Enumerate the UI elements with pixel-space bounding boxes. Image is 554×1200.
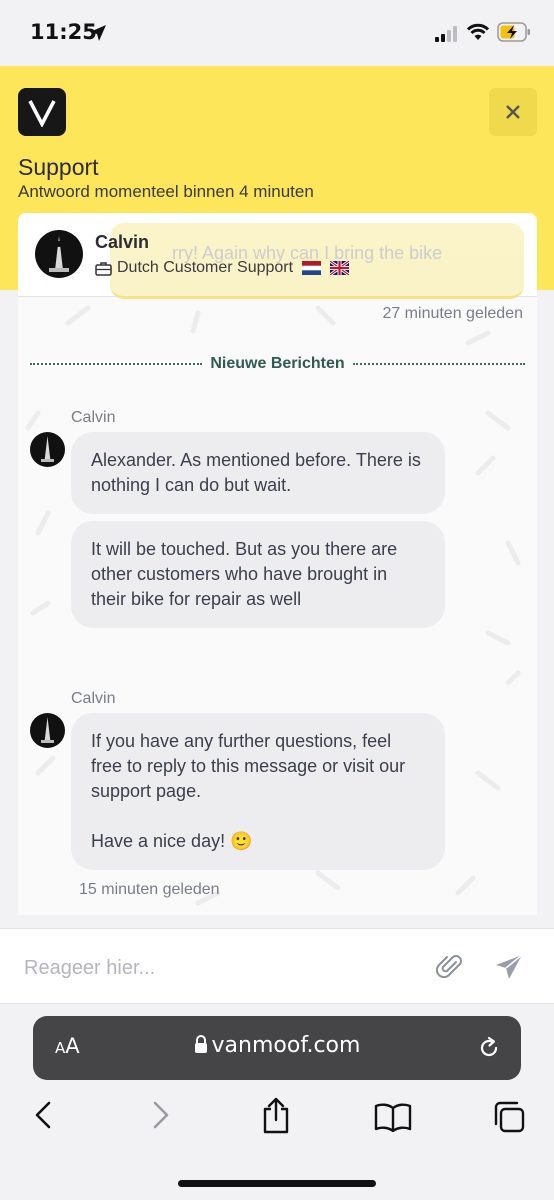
new-messages-label: Nieuwe Berichten <box>210 355 345 372</box>
share-icon[interactable] <box>260 1096 292 1134</box>
message-timestamp: 15 minuten geleden <box>79 881 220 898</box>
status-time: 11:25 <box>30 20 97 44</box>
message-text: If you have any further questions, feel … <box>91 731 406 801</box>
briefcase-icon <box>95 261 112 276</box>
status-bar: 11:25 <box>0 0 554 66</box>
response-time-text: Antwoord momenteel binnen 4 minuten <box>18 182 314 201</box>
chat-message-bubble: It will be touched. But as you there are… <box>71 521 445 628</box>
lock-icon <box>194 1035 207 1053</box>
uk-flag-icon <box>330 261 350 275</box>
close-button[interactable] <box>489 88 537 136</box>
chat-message-bubble: Alexander. As mentioned before. There is… <box>71 432 445 514</box>
netherlands-flag-icon <box>302 261 322 275</box>
agent-avatar-small <box>30 713 65 748</box>
chat-panel[interactable]: rry! Again why can I bring the bike Calv… <box>18 213 537 915</box>
agent-avatar-small <box>30 432 65 467</box>
address-bar[interactable]: AA vanmoof.com <box>33 1016 521 1080</box>
chat-message-bubble: If you have any further questions, feel … <box>71 713 445 870</box>
agent-header: rry! Again why can I bring the bike Calv… <box>18 213 537 299</box>
browser-toolbar: AA vanmoof.com <box>0 1004 554 1200</box>
header-title: Support <box>18 154 99 180</box>
send-icon[interactable] <box>494 953 524 981</box>
message-sender: Calvin <box>71 409 116 426</box>
message-timestamp: 27 minuten geleden <box>382 305 523 322</box>
location-arrow-icon <box>90 25 106 41</box>
divider-line-left <box>30 363 203 365</box>
wifi-icon <box>466 23 490 40</box>
reload-icon[interactable] <box>477 1036 501 1060</box>
message-sender: Calvin <box>71 690 116 707</box>
forward-icon[interactable] <box>148 1100 174 1130</box>
bookmarks-icon[interactable] <box>374 1102 412 1132</box>
vanmoof-logo <box>18 88 66 136</box>
new-messages-divider: Nieuwe Berichten <box>30 353 526 375</box>
agent-name: Calvin <box>95 232 150 252</box>
vanmoof-v-icon <box>28 100 56 127</box>
tabs-icon[interactable] <box>492 1100 526 1134</box>
message-text: Have a nice day! 🙂 <box>91 831 253 851</box>
battery-charging-icon <box>497 22 530 42</box>
back-icon[interactable] <box>30 1100 56 1130</box>
agent-role-text: Dutch Customer Support <box>117 259 294 276</box>
agent-avatar <box>35 230 83 278</box>
cellular-signal-icon <box>435 26 457 42</box>
message-text: Alexander. As mentioned before. There is… <box>91 450 421 495</box>
divider-line-right <box>352 363 526 365</box>
reply-input[interactable] <box>24 951 404 985</box>
message-composer <box>0 928 554 1004</box>
message-text: It will be touched. But as you there are… <box>91 539 398 609</box>
url-text: vanmoof.com <box>211 1033 361 1058</box>
home-indicator <box>178 1180 376 1187</box>
close-icon <box>506 105 520 119</box>
agent-role: Dutch Customer Support <box>95 259 350 277</box>
paperclip-icon[interactable] <box>436 953 464 981</box>
url-display[interactable]: vanmoof.com <box>33 1033 521 1058</box>
